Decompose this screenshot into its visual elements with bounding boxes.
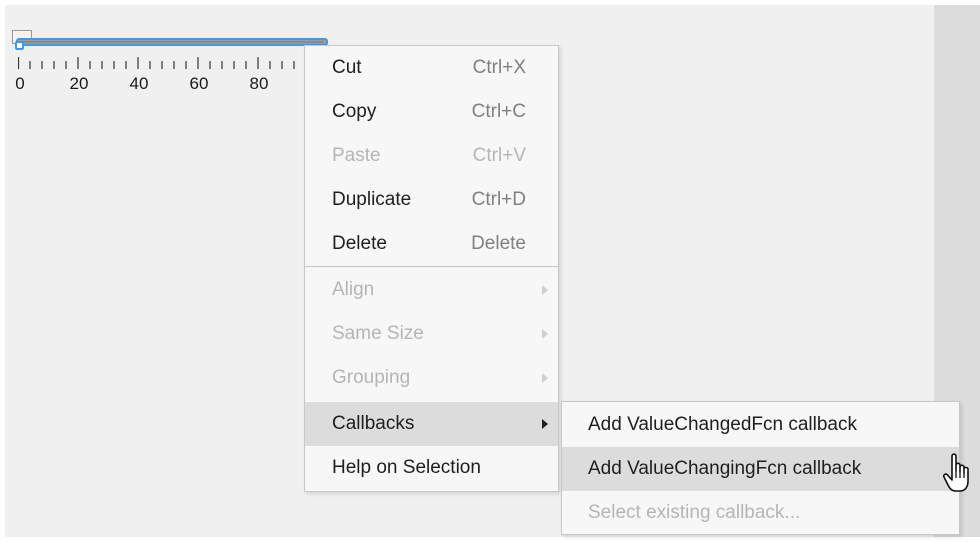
menu-item-align[interactable]: Align: [305, 268, 558, 312]
submenu-item-select-existing-callback[interactable]: Select existing callback...: [562, 491, 959, 535]
menu-item-label: Cut: [332, 57, 362, 78]
tick-label: 20: [69, 74, 89, 93]
slider-track-fill: [20, 41, 324, 43]
menu-item-label: Help on Selection: [332, 457, 481, 478]
submenu-item-label: Add ValueChangedFcn callback: [588, 414, 857, 435]
tick-label: 60: [189, 74, 209, 93]
menu-item-label: Callbacks: [332, 413, 415, 434]
menu-item-shortcut: Delete: [471, 233, 526, 254]
menu-item-label: Same Size: [332, 323, 424, 344]
menu-item-label: Copy: [332, 101, 377, 122]
submenu-arrow-icon: [542, 329, 548, 339]
tick-label: 0: [15, 74, 25, 93]
menu-item-label: Paste: [332, 145, 381, 166]
slider-thumb[interactable]: [15, 41, 24, 50]
submenu-item-add-valuechangingfcn[interactable]: Add ValueChangingFcn callback: [562, 447, 959, 491]
menu-item-shortcut: Ctrl+D: [471, 189, 526, 210]
menu-item-label: Duplicate: [332, 189, 412, 210]
submenu-arrow-icon: [542, 285, 548, 295]
tick-label: 80: [249, 74, 269, 93]
slider-tick-labels: 0 20 40 60 80: [12, 74, 330, 93]
slider-component[interactable]: 0 20 40 60 80: [12, 30, 330, 110]
submenu-item-label: Add ValueChangingFcn callback: [588, 458, 862, 479]
menu-item-label: Align: [332, 279, 375, 300]
submenu-item-add-valuechangedfcn[interactable]: Add ValueChangedFcn callback: [562, 403, 959, 447]
slider-track[interactable]: [16, 38, 328, 46]
menu-item-cut[interactable]: Cut Ctrl+X: [305, 46, 558, 90]
menu-item-paste[interactable]: Paste Ctrl+V: [305, 134, 558, 178]
menu-item-shortcut: Ctrl+V: [472, 145, 526, 166]
menu-item-same-size[interactable]: Same Size: [305, 312, 558, 356]
menu-separator: [305, 266, 558, 267]
submenu-arrow-icon: [542, 373, 548, 383]
frame-edge-bottom: [0, 537, 980, 542]
menu-item-grouping[interactable]: Grouping: [305, 356, 558, 400]
hand-pointer-icon: [942, 453, 969, 492]
tick-label: 40: [129, 74, 149, 93]
slider-tick-marks: [18, 57, 307, 69]
menu-item-help-on-selection[interactable]: Help on Selection: [305, 446, 558, 490]
menu-item-delete[interactable]: Delete Delete: [305, 222, 558, 266]
callbacks-submenu: Add ValueChangedFcn callback Add ValueCh…: [561, 401, 960, 535]
menu-item-callbacks[interactable]: Callbacks: [305, 402, 558, 446]
context-menu: Cut Ctrl+X Copy Ctrl+C Paste Ctrl+V Dupl…: [304, 45, 559, 492]
menu-item-duplicate[interactable]: Duplicate Ctrl+D: [305, 178, 558, 222]
app-designer-canvas-view: 0 20 40 60 80 Cut Ctrl+X Copy Ctrl+C Pas…: [0, 0, 980, 542]
menu-item-shortcut: Ctrl+X: [472, 57, 526, 78]
menu-item-copy[interactable]: Copy Ctrl+C: [305, 90, 558, 134]
menu-item-shortcut: Ctrl+C: [471, 101, 526, 122]
submenu-arrow-icon: [542, 419, 548, 429]
menu-item-label: Delete: [332, 233, 387, 254]
submenu-item-label: Select existing callback...: [588, 502, 801, 523]
menu-item-label: Grouping: [332, 367, 411, 388]
